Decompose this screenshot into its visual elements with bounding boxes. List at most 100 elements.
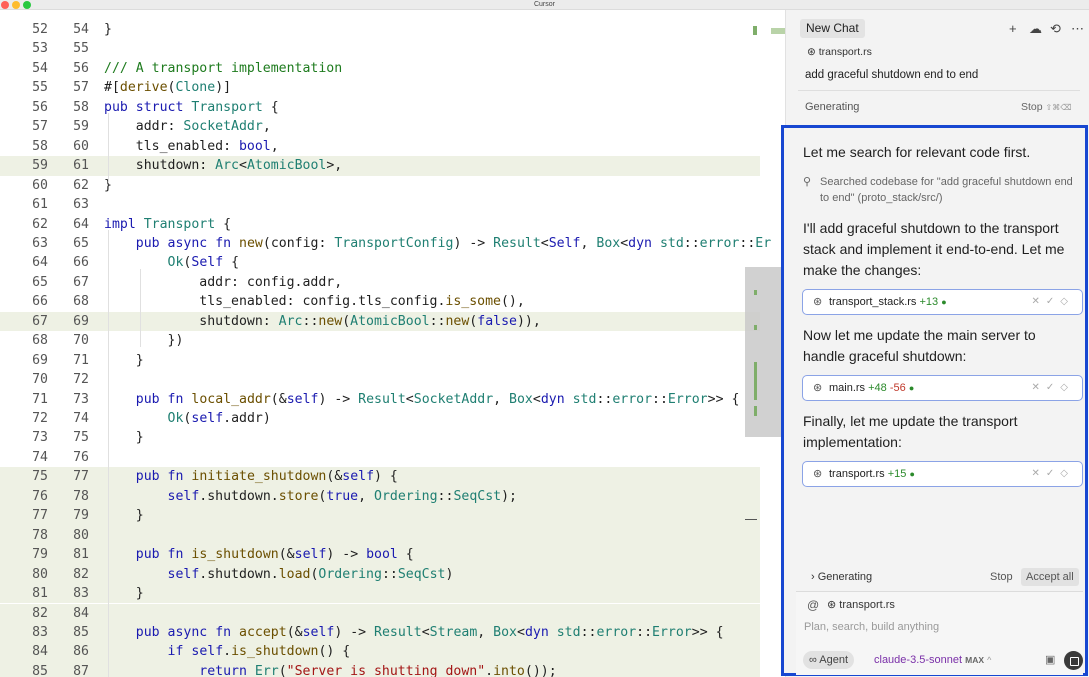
code-line[interactable]: 85 87 return Err("Server is shutting down… [0,661,760,677]
line-number-modified: 76 [73,449,89,465]
history-icon[interactable]: ⟲ [1050,19,1061,38]
stop-button[interactable]: Stop ⇧⌘⌫ [1021,100,1072,115]
indent-guide [140,269,141,347]
code-line[interactable]: 72 74 Ok(self.addr) [0,409,760,428]
code-line[interactable]: 53 55 [0,39,760,58]
code-line[interactable]: 62 64 impl Transport { [0,215,760,234]
stop-send-button[interactable] [1064,651,1083,670]
assistant-message-3: Now let me update the main server to han… [803,327,1036,364]
plus-icon[interactable]: + [1009,19,1017,38]
code-line[interactable]: 67 69 shutdown: Arc::new(AtomicBool::new(… [0,311,760,332]
code-line[interactable]: 82 84 [0,603,760,623]
code-line[interactable]: 76 78 self.shutdown.store(true, Ordering:… [0,486,760,507]
tab-new-chat[interactable]: New Chat [800,19,865,38]
code-line[interactable]: 60 62} [0,176,760,195]
line-number-original: 80 [32,566,48,582]
line-number-modified: 63 [73,197,89,213]
line-number-modified: 59 [73,119,89,135]
cloud-icon[interactable]: ☁ [1029,19,1042,38]
overview-ruler-cursor [745,519,757,520]
indent-guide [108,230,109,677]
line-number-original: 64 [32,255,48,271]
code-line[interactable]: 52 54} [0,20,760,39]
code-line[interactable]: 61 63 [0,195,760,214]
code-line[interactable]: 59 61 shutdown: Arc<AtomicBool>, [0,156,760,176]
context-file-chip[interactable]: ⊛ transport.rs [807,45,872,60]
editor-scrollbar-thumb[interactable] [745,267,785,437]
line-number-original: 63 [32,235,48,251]
line-number-modified: 81 [73,547,89,563]
model-selector[interactable]: claude-3.5-sonnet MAX ^ [874,651,991,669]
code-line[interactable]: 57 59 addr: SocketAddr, [0,117,760,136]
line-number-modified: 70 [73,333,89,349]
line-number-original: 70 [32,372,48,388]
line-number-original: 66 [32,294,48,310]
stop-generation-button[interactable]: Stop [990,570,1013,585]
more-icon[interactable]: ⋯ [1071,19,1084,38]
image-attach-icon[interactable]: ▣ [1045,652,1055,668]
code-line[interactable]: 84 86 if self.is_shutdown() { [0,642,760,662]
code-text: addr: SocketAddr, [104,119,271,135]
code-line[interactable]: 55 57 #[derive(Clone)] [0,78,760,97]
line-number-modified: 83 [73,586,89,602]
code-line[interactable]: 69 71 } [0,351,760,370]
file-change-name: main.rs +48 -56 ● [829,382,915,394]
line-number-original: 78 [32,527,48,543]
code-line[interactable]: 79 81 pub fn is_shutdown(&self) -> bool { [0,545,760,565]
code-line[interactable]: 77 79 } [0,506,760,526]
search-note-text: Searched codebase for "add graceful shut… [820,176,1073,204]
accept-all-button[interactable]: Accept all [1021,568,1079,586]
line-number-modified: 78 [73,488,89,504]
line-number-original: 84 [32,644,48,660]
file-change-actions[interactable]: ✕✓◇ [1032,290,1074,314]
line-number-modified: 73 [73,391,89,407]
line-number-modified: 79 [73,508,89,524]
line-number-modified: 82 [73,566,89,582]
code-line[interactable]: 81 83 } [0,584,760,604]
stop-label: Stop [1021,101,1043,113]
file-change-actions[interactable]: ✕✓◇ [1032,462,1074,486]
line-number-original: 76 [32,488,48,504]
line-number-original: 58 [32,138,48,154]
code-line[interactable]: 83 85 pub async fn accept(&self) -> Resul… [0,622,760,643]
code-line[interactable]: 64 66 Ok(Self { [0,253,760,272]
mode-selector[interactable]: ∞ Agent [803,651,855,669]
file-change-card[interactable]: ⊛ main.rs +48 -56 ● ✕✓◇ [802,375,1083,401]
file-change-card[interactable]: ⊛ transport.rs +15 ● ✕✓◇ [802,461,1083,487]
assistant-message-1: Let me search for relevant code first. [803,144,1031,160]
stop-shortcut: ⇧⌘⌫ [1045,103,1072,112]
line-number-modified: 65 [73,235,89,251]
title-bar: Cursor [0,0,1089,10]
code-line[interactable]: 71 73 pub fn local_addr(&self) -> Result<… [0,390,760,409]
code-line[interactable]: 63 65 pub async fn new(config: TransportC… [0,234,771,253]
code-line[interactable]: 70 72 [0,370,760,389]
line-number-modified: 57 [73,80,89,96]
line-number-original: 62 [32,216,48,232]
code-line[interactable]: 80 82 self.shutdown.load(Ordering::SeqCst… [0,564,760,585]
composer-context-chip[interactable]: ⊛ transport.rs [827,597,895,613]
code-line[interactable]: 73 75 } [0,428,760,447]
code-line[interactable]: 54 56 /// A transport implementation [0,59,760,78]
code-line[interactable]: 78 80 [0,525,760,546]
generating-toggle[interactable]: › Generating [811,570,872,585]
file-change-card[interactable]: ⊛ transport_stack.rs +13 ● ✕✓◇ [802,289,1083,315]
line-number-modified: 54 [73,22,89,37]
code-line[interactable]: 66 68 tls_enabled: config.tls_config.is_s… [0,292,760,311]
code-line[interactable]: 68 70 }) [0,331,760,350]
code-text: pub struct Transport { [104,99,279,115]
composer-input[interactable]: Plan, search, build anything [804,619,939,635]
code-line[interactable]: 74 76 [0,448,760,467]
code-text: } [104,430,144,446]
user-message[interactable]: add graceful shutdown end to end [805,67,978,83]
code-line[interactable]: 56 58 pub struct Transport { [0,98,760,117]
code-line[interactable]: 58 60 tls_enabled: bool, [0,137,760,156]
file-change-actions[interactable]: ✕✓◇ [1032,376,1074,400]
at-mention-button[interactable]: @ [807,597,819,613]
code-line[interactable]: 65 67 addr: config.addr, [0,273,760,292]
line-number-modified: 56 [73,60,89,76]
generating-label: Generating [817,571,873,583]
minimap-change-marker [754,325,757,330]
code-editor[interactable]: 52 54} 53 55 54 56 /// A transport implementat… [0,10,785,677]
code-line[interactable]: 75 77 pub fn initiate_shutdown(&self) { [0,467,760,487]
code-text: pub async fn new(config: TransportConfig… [135,235,772,251]
